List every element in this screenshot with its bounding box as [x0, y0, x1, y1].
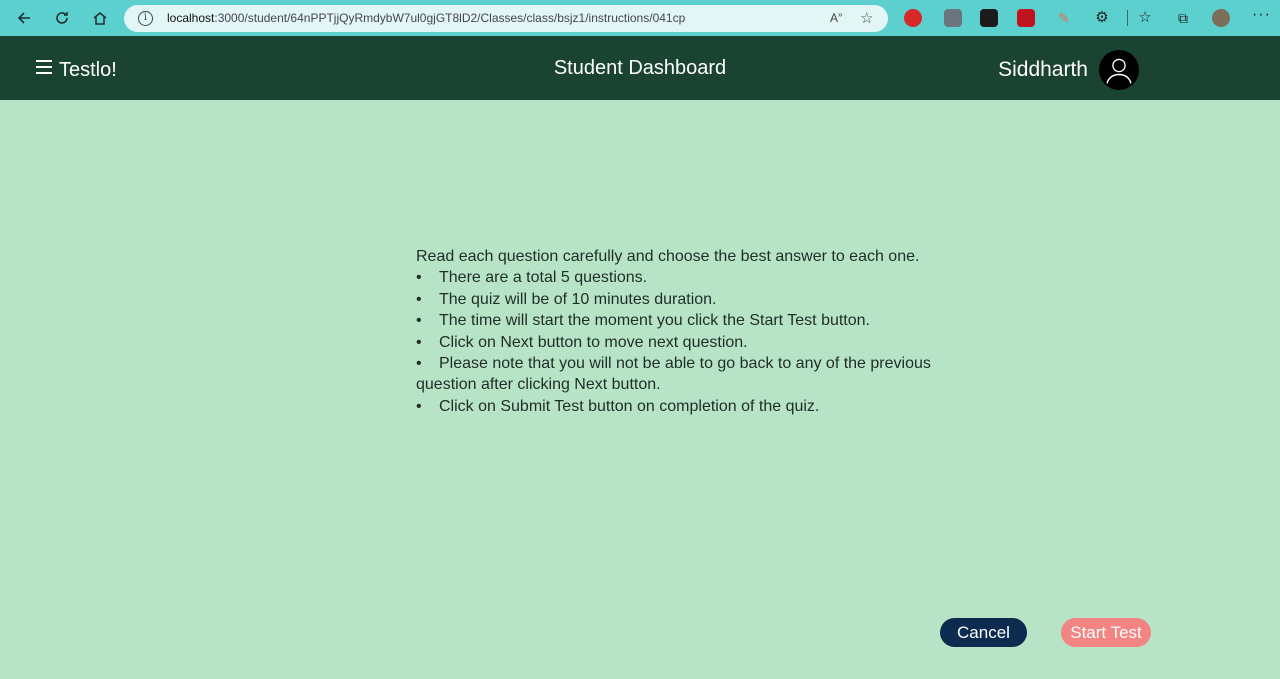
user-avatar-icon[interactable] [1099, 50, 1139, 90]
info-icon[interactable]: i [138, 11, 153, 26]
instruction-item: • The time will start the moment you clic… [416, 310, 976, 331]
home-icon[interactable] [88, 6, 112, 30]
app-header: Testlo! Student Dashboard Siddharth [0, 36, 1280, 100]
bullet: • [416, 333, 422, 351]
url-host: localhost [167, 11, 215, 25]
read-aloud-icon[interactable]: A» [830, 10, 842, 25]
instruction-item: • Click on Next button to move next quest… [416, 332, 976, 353]
instruction-item: • There are a total 5 questions. [416, 267, 976, 288]
add-favorite-icon[interactable]: ☆ [860, 9, 873, 27]
back-icon[interactable] [12, 6, 36, 30]
url-path: :3000/student/64nPPTjjQyRmdybW7ul0gjGT8l… [214, 11, 686, 25]
extension-dark-icon[interactable] [980, 9, 998, 27]
extension-red-icon[interactable] [1017, 9, 1035, 27]
profile-avatar-icon[interactable] [1212, 9, 1230, 27]
instructions-intro: Read each question carefully and choose … [416, 248, 920, 265]
instruction-item-continued: question after clicking Next button. [416, 376, 661, 394]
bullet: • [416, 290, 422, 308]
instruction-item: • The quiz will be of 10 minutes duration… [416, 289, 976, 310]
url-text[interactable]: localhost:3000/student/64nPPTjjQyRmdybW7… [167, 11, 685, 25]
instruction-item: • Click on Submit Test button on completi… [416, 396, 976, 417]
extension-puzzle-badge-icon[interactable] [944, 9, 962, 27]
extension-pen-icon[interactable]: ✎ [1055, 9, 1073, 27]
page-title: Student Dashboard [553, 57, 727, 79]
bullet: • [416, 397, 422, 415]
bullet: • [416, 312, 422, 330]
refresh-icon[interactable] [50, 6, 74, 30]
extension-shield-icon[interactable] [904, 9, 922, 27]
instruction-item: • Please note that you will not be able t… [416, 353, 976, 374]
favorites-icon[interactable]: ☆ [1136, 9, 1154, 27]
start-test-button[interactable]: Start Test [1061, 618, 1151, 647]
toolbar-divider [1127, 10, 1128, 26]
bullet: • [416, 355, 422, 373]
browser-toolbar: i localhost:3000/student/64nPPTjjQyRmdyb… [0, 0, 1280, 36]
user-name[interactable]: Siddharth [998, 58, 1088, 82]
extensions-icon[interactable]: ⚙ [1093, 9, 1111, 27]
collections-icon[interactable]: ⧉ [1174, 9, 1192, 27]
instructions-panel: Read each question carefully and choose … [416, 246, 976, 417]
cancel-button[interactable]: Cancel [940, 618, 1027, 647]
address-bar[interactable]: i localhost:3000/student/64nPPTjjQyRmdyb… [124, 5, 888, 32]
bullet: • [416, 269, 422, 287]
more-options-icon[interactable]: ··· [1252, 6, 1271, 24]
